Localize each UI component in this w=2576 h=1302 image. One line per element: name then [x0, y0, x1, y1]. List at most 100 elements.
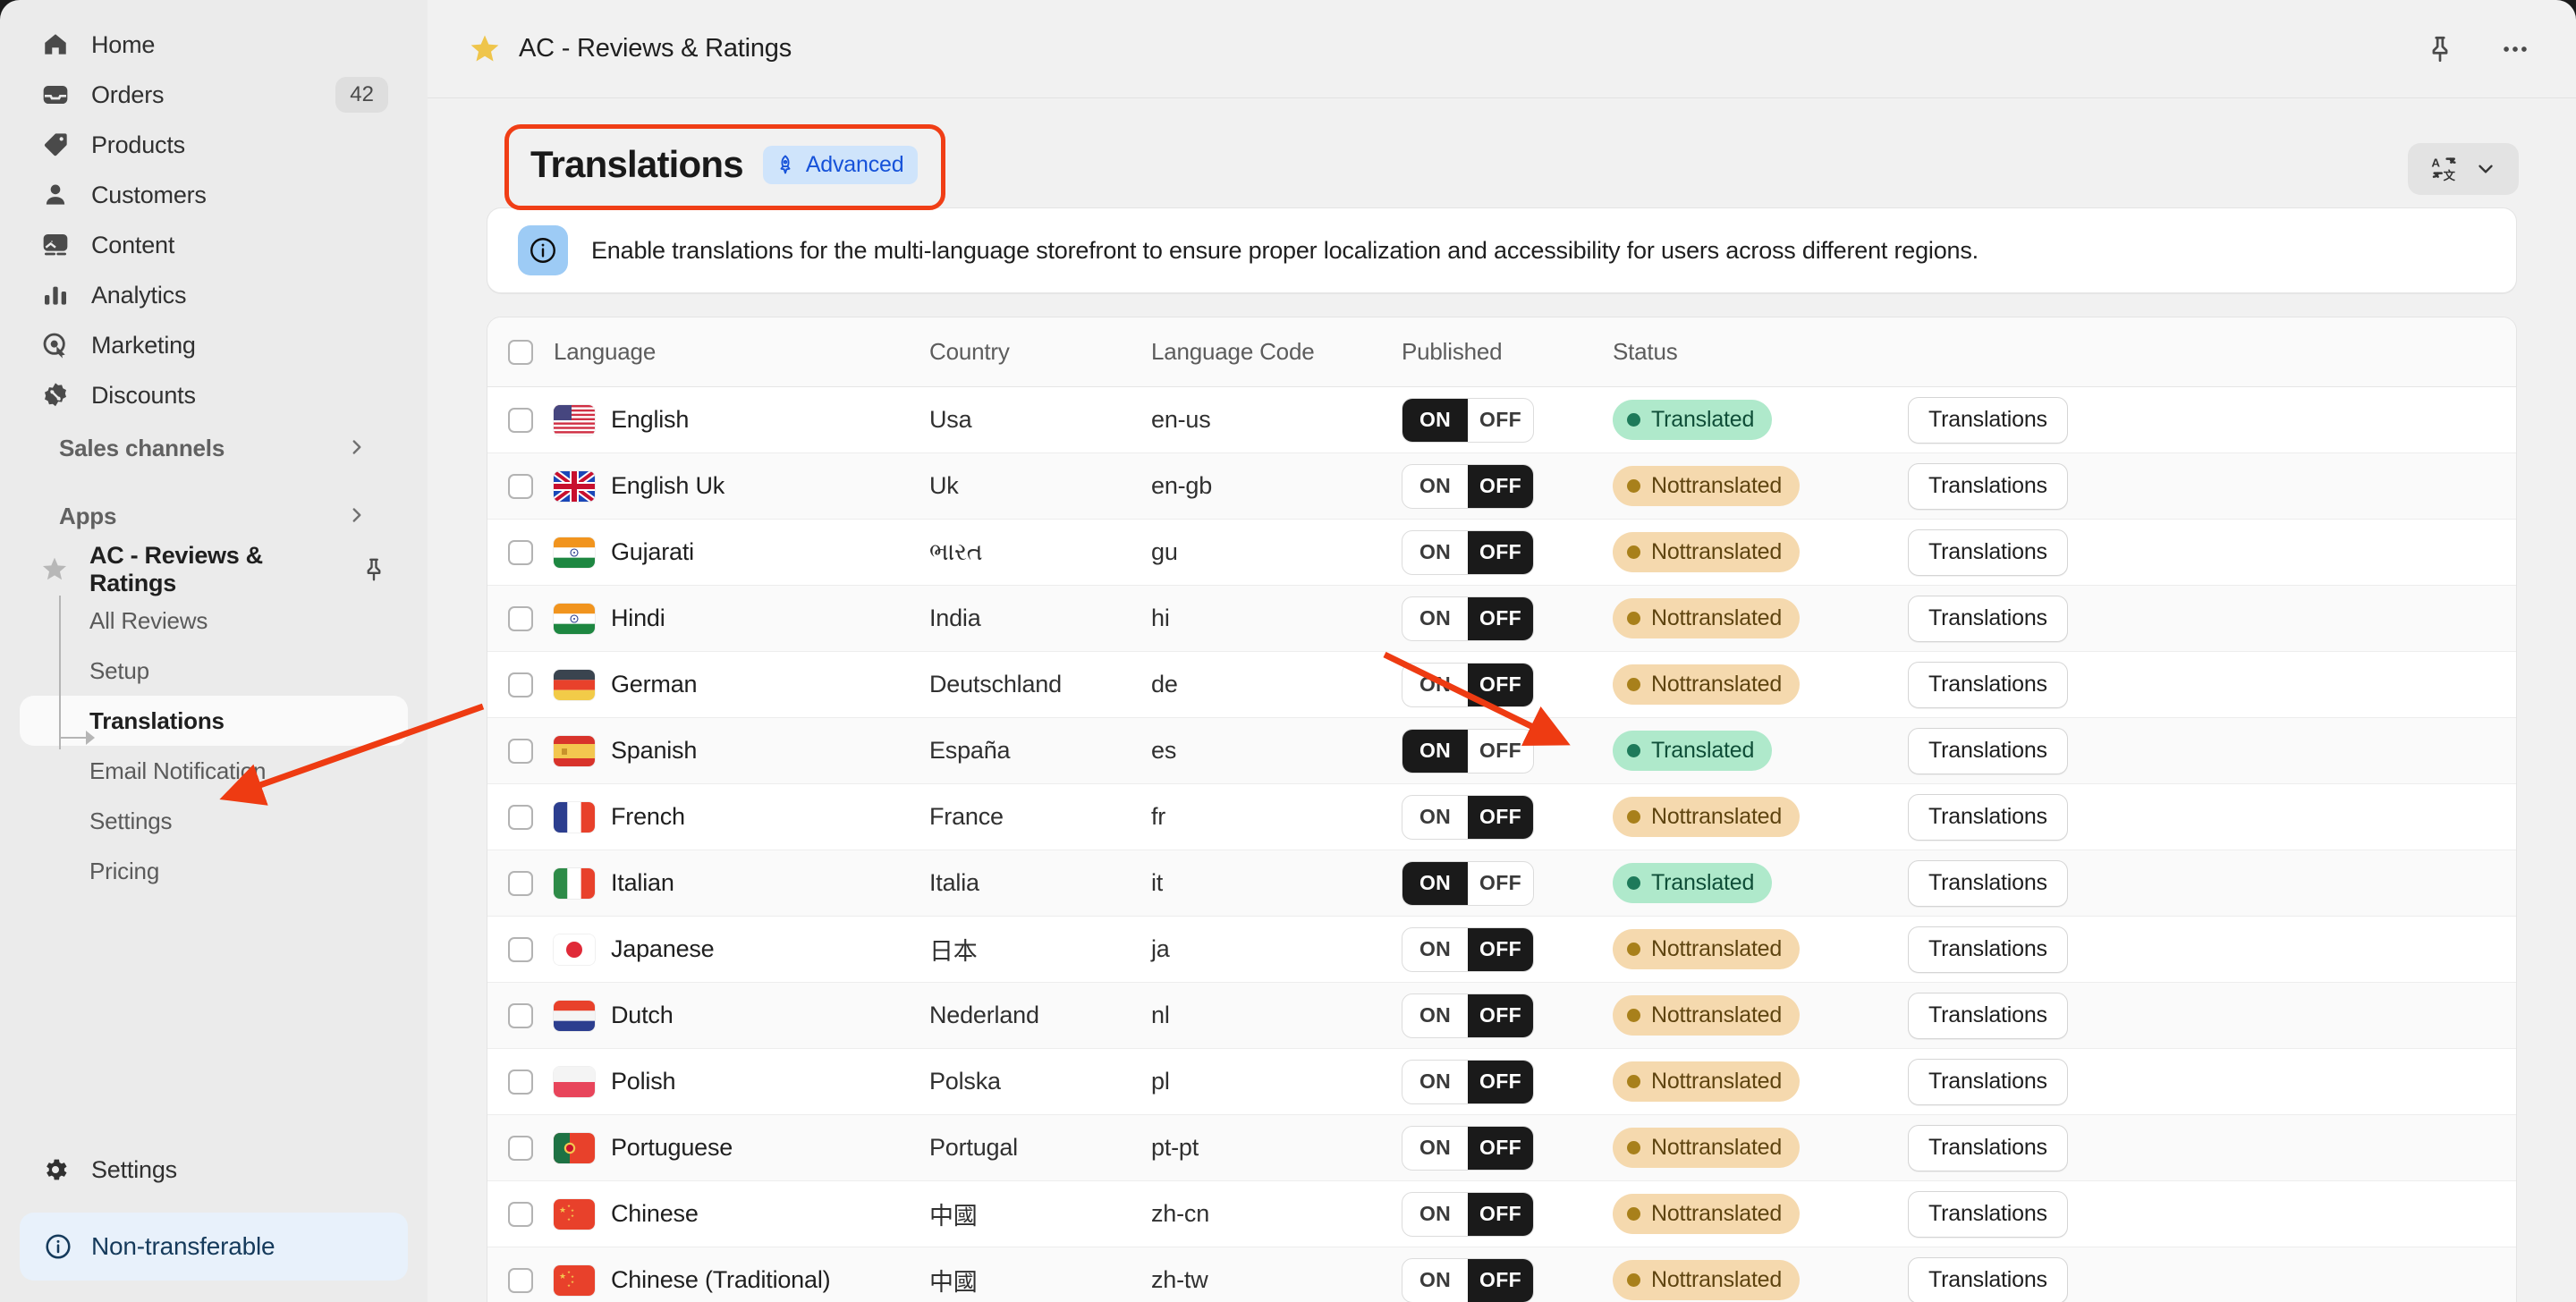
sidebar-item-analytics[interactable]: Analytics: [20, 270, 408, 320]
toggle-on-segment[interactable]: ON: [1402, 1061, 1468, 1103]
row-translations-button[interactable]: Translations: [1908, 1058, 2068, 1105]
row-checkbox[interactable]: [508, 738, 533, 764]
row-translations-button[interactable]: Translations: [1908, 528, 2068, 576]
toggle-on-segment[interactable]: ON: [1402, 861, 1468, 905]
toggle-on-segment[interactable]: ON: [1402, 465, 1468, 508]
row-checkbox[interactable]: [508, 539, 533, 565]
sidebar-item-all-reviews[interactable]: All Reviews: [20, 596, 408, 646]
row-translations-button[interactable]: Translations: [1908, 661, 2068, 708]
published-toggle[interactable]: ON OFF: [1402, 529, 1534, 575]
row-checkbox[interactable]: [508, 1267, 533, 1293]
row-translations-button[interactable]: Translations: [1908, 859, 2068, 907]
published-toggle[interactable]: ON OFF: [1402, 1059, 1534, 1104]
sidebar-item-label: Content: [91, 231, 175, 258]
published-toggle[interactable]: ON OFF: [1402, 926, 1534, 972]
row-checkbox[interactable]: [508, 1135, 533, 1161]
toggle-on-segment[interactable]: ON: [1402, 664, 1468, 706]
toggle-on-segment[interactable]: ON: [1402, 1127, 1468, 1170]
row-checkbox[interactable]: [508, 936, 533, 962]
toggle-off-segment[interactable]: OFF: [1468, 795, 1533, 839]
toggle-on-segment[interactable]: ON: [1402, 796, 1468, 839]
toggle-off-segment[interactable]: OFF: [1468, 927, 1533, 971]
toggle-off-segment[interactable]: OFF: [1468, 730, 1533, 773]
toggle-off-segment[interactable]: OFF: [1468, 1060, 1533, 1103]
row-translations-button[interactable]: Translations: [1908, 462, 2068, 510]
sidebar-item-pricing[interactable]: Pricing: [20, 846, 408, 896]
toggle-off-segment[interactable]: OFF: [1468, 862, 1533, 905]
sidebar-item-home[interactable]: Home: [20, 20, 408, 70]
toggle-off-segment[interactable]: OFF: [1468, 1192, 1533, 1236]
sidebar-item-marketing[interactable]: Marketing: [20, 320, 408, 370]
published-toggle[interactable]: ON OFF: [1402, 596, 1534, 641]
row-translations-button[interactable]: Translations: [1908, 793, 2068, 841]
sidebar-item-settings[interactable]: Settings: [20, 1143, 408, 1196]
row-checkbox[interactable]: [508, 1002, 533, 1028]
toggle-on-segment[interactable]: ON: [1402, 398, 1468, 442]
published-toggle[interactable]: ON OFF: [1402, 662, 1534, 707]
language-sort-button[interactable]: A 文: [2408, 143, 2519, 195]
row-translations-button[interactable]: Translations: [1908, 1190, 2068, 1238]
row-translations-button[interactable]: Translations: [1908, 595, 2068, 642]
status-badge: Nottranslated: [1613, 1128, 1801, 1168]
row-checkbox[interactable]: [508, 407, 533, 433]
sidebar-item-ac-reviews-ratings[interactable]: AC - Reviews & Ratings: [20, 542, 408, 596]
toggle-on-segment[interactable]: ON: [1402, 994, 1468, 1037]
row-translations-button[interactable]: Translations: [1908, 727, 2068, 774]
published-toggle[interactable]: ON OFF: [1402, 860, 1534, 906]
row-translations-button[interactable]: Translations: [1908, 1256, 2068, 1302]
toggle-off-segment[interactable]: OFF: [1468, 993, 1533, 1037]
published-toggle[interactable]: ON OFF: [1402, 1125, 1534, 1171]
toggle-on-segment[interactable]: ON: [1402, 1193, 1468, 1236]
toggle-on-segment[interactable]: ON: [1402, 597, 1468, 640]
table-row: Dutch Nederland nl ON OFF Nottranslated Transl…: [487, 983, 2516, 1049]
row-checkbox[interactable]: [508, 672, 533, 698]
toggle-on-segment[interactable]: ON: [1402, 531, 1468, 574]
row-checkbox[interactable]: [508, 605, 533, 631]
sidebar-item-products[interactable]: Products: [20, 120, 408, 170]
toggle-on-segment[interactable]: ON: [1402, 928, 1468, 971]
status-dot-icon: [1627, 545, 1640, 559]
sidebar-item-orders[interactable]: Orders 42: [20, 70, 408, 120]
published-toggle[interactable]: ON OFF: [1402, 1191, 1534, 1237]
sidebar-item-setup[interactable]: Setup: [20, 646, 408, 696]
published-toggle[interactable]: ON OFF: [1402, 794, 1534, 840]
select-all-checkbox[interactable]: [508, 339, 533, 365]
sidebar-footer: Settings Non-transferable: [0, 1143, 428, 1302]
row-checkbox[interactable]: [508, 1069, 533, 1095]
toggle-off-segment[interactable]: OFF: [1468, 663, 1533, 706]
row-translations-button[interactable]: Translations: [1908, 396, 2068, 444]
row-translations-button[interactable]: Translations: [1908, 1124, 2068, 1171]
published-toggle[interactable]: ON OFF: [1402, 397, 1534, 443]
row-translations-button[interactable]: Translations: [1908, 992, 2068, 1039]
published-toggle[interactable]: ON OFF: [1402, 993, 1534, 1038]
row-checkbox[interactable]: [508, 473, 533, 499]
row-checkbox[interactable]: [508, 870, 533, 896]
sidebar-item-settings[interactable]: Settings: [20, 796, 408, 846]
sidebar-item-email-notification[interactable]: Email Notification: [20, 746, 408, 796]
toggle-off-segment[interactable]: OFF: [1468, 399, 1533, 442]
published-toggle[interactable]: ON OFF: [1402, 728, 1534, 774]
published-toggle[interactable]: ON OFF: [1402, 1257, 1534, 1302]
language-cell: English Uk: [554, 470, 929, 502]
table-row: Hindi India hi ON OFF Nottranslated Translatio…: [487, 586, 2516, 652]
advanced-badge[interactable]: Advanced: [762, 145, 919, 184]
sidebar-item-discounts[interactable]: Discounts: [20, 370, 408, 420]
toggle-off-segment[interactable]: OFF: [1468, 596, 1533, 640]
sidebar-item-content[interactable]: Content: [20, 220, 408, 270]
toggle-on-segment[interactable]: ON: [1402, 1259, 1468, 1302]
row-checkbox[interactable]: [508, 804, 533, 830]
toggle-off-segment[interactable]: OFF: [1468, 464, 1533, 508]
pin-icon[interactable]: [2422, 31, 2458, 67]
sidebar-section-apps[interactable]: Apps: [20, 488, 408, 544]
row-translations-button[interactable]: Translations: [1908, 926, 2068, 973]
toggle-off-segment[interactable]: OFF: [1468, 1126, 1533, 1170]
toggle-off-segment[interactable]: OFF: [1468, 530, 1533, 574]
toggle-off-segment[interactable]: OFF: [1468, 1258, 1533, 1302]
sidebar-section-sales-channels[interactable]: Sales channels: [20, 420, 408, 476]
more-horizontal-icon[interactable]: [2497, 31, 2533, 67]
published-toggle[interactable]: ON OFF: [1402, 463, 1534, 509]
row-checkbox[interactable]: [508, 1201, 533, 1227]
sidebar-item-customers[interactable]: Customers: [20, 170, 408, 220]
pin-icon[interactable]: [360, 554, 388, 585]
toggle-on-segment[interactable]: ON: [1402, 729, 1468, 773]
